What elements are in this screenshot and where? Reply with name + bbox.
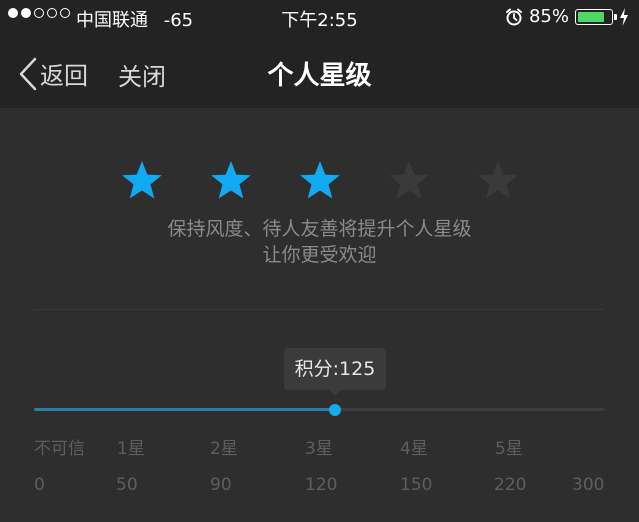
status-right-group: 85% (505, 6, 629, 27)
battery-icon (575, 8, 617, 25)
star-filled-icon (298, 158, 342, 202)
score-slider-fill (34, 408, 335, 411)
battery-fill (578, 11, 605, 22)
page-title: 个人星级 (267, 61, 372, 91)
charging-bolt-icon (620, 7, 628, 26)
battery-nub (614, 13, 617, 20)
score-slider-thumb[interactable] (329, 404, 341, 416)
rating-tip-line2: 让你更受欢迎 (262, 244, 377, 266)
star-filled-icon (120, 158, 164, 202)
status-bar: 中国联通 -65 下午2:55 85% (0, 0, 639, 36)
rating-tip: 保持风度、待人友善将提升个人星级 让你更受欢迎 (0, 216, 639, 268)
score-tick-label: 50 (116, 475, 138, 495)
level-label: 不可信 (34, 439, 85, 459)
score-bubble: 积分:125 (284, 348, 386, 390)
level-label: 4星 (400, 439, 428, 459)
star-empty-icon (387, 158, 431, 202)
score-tick-label: 0 (34, 475, 45, 495)
navigation-bar: 返回 关闭 个人星级 (0, 36, 639, 108)
score-tick-label: 120 (305, 475, 338, 495)
star-empty-icon (476, 158, 520, 202)
score-tick-label: 90 (210, 475, 232, 495)
star-rating (0, 158, 639, 202)
score-tick-label: 300 (572, 475, 605, 495)
score-tick-label: 220 (494, 475, 527, 495)
level-label: 2星 (210, 439, 238, 459)
alarm-icon (505, 8, 522, 25)
battery-percent: 85% (528, 6, 569, 27)
score-bubble-arrow (329, 390, 341, 396)
level-label: 1星 (117, 439, 145, 459)
level-label: 3星 (305, 439, 333, 459)
level-label: 5星 (495, 439, 523, 459)
score-slider-track (34, 408, 604, 411)
divider (34, 309, 604, 310)
rating-tip-line1: 保持风度、待人友善将提升个人星级 (167, 218, 472, 240)
star-filled-icon (209, 158, 253, 202)
score-tick-label: 150 (400, 475, 433, 495)
